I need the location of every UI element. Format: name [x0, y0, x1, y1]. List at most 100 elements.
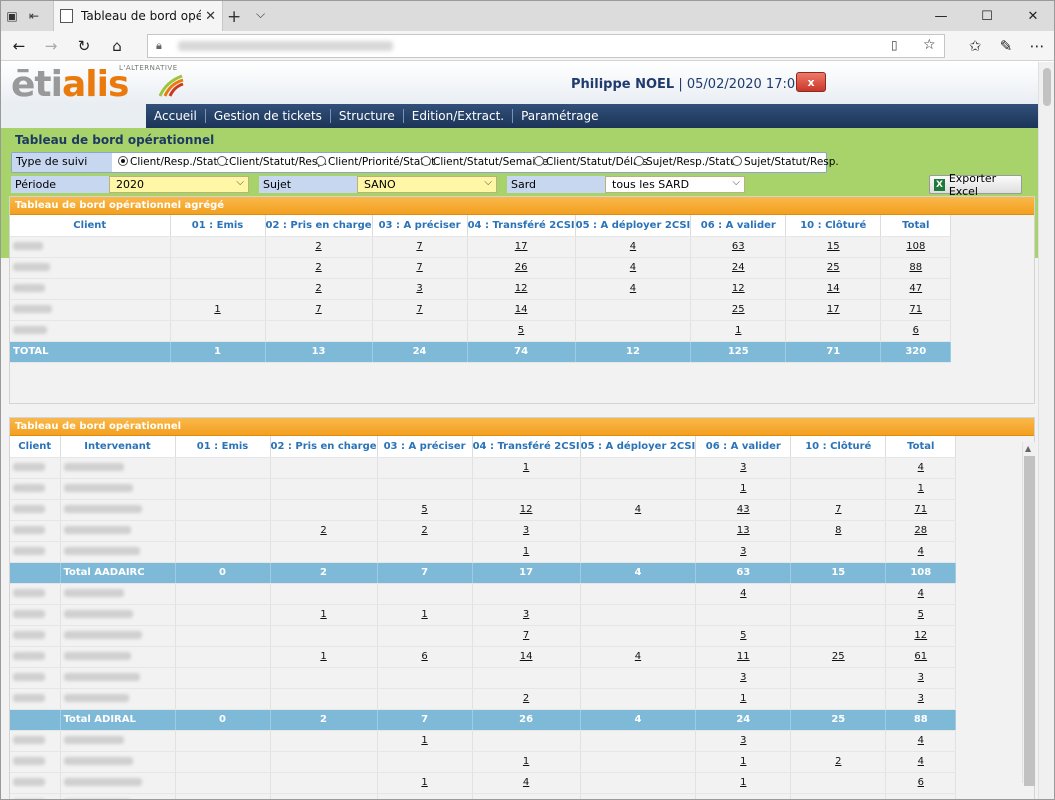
table-cell[interactable]: 7 [695, 793, 792, 799]
table-cell[interactable]: 2 [472, 688, 581, 710]
table-cell[interactable]: 1 [472, 751, 581, 773]
back-icon[interactable]: ← [7, 35, 31, 57]
table-cell[interactable]: 7 [372, 257, 468, 279]
export-excel-button[interactable]: X Exporter Excel [929, 172, 1022, 198]
nav-accueil[interactable]: Accueil [146, 109, 206, 123]
table-cell[interactable]: 1 [270, 604, 378, 626]
home-icon[interactable]: ⌂ [105, 35, 129, 57]
table-cell[interactable]: 12 [690, 278, 787, 300]
table-cell[interactable]: 14 [472, 646, 581, 668]
column-header[interactable]: 04 : Transféré 2CSI [472, 436, 581, 458]
column-header[interactable]: Client [10, 215, 171, 237]
table-cell[interactable]: 2 [265, 257, 373, 279]
table-cell[interactable]: 4 [580, 499, 697, 521]
minimize-icon[interactable]: — [918, 1, 964, 31]
table-cell[interactable]: 2 [270, 793, 378, 799]
radio-client-priorite-statut[interactable]: Client/Priorité/Statut [316, 156, 435, 168]
table-cell[interactable]: 5 [467, 320, 576, 342]
page-scrollbar[interactable] [1038, 62, 1054, 799]
table-cell[interactable]: 1 [885, 478, 957, 500]
table-cell[interactable]: 3 [472, 604, 581, 626]
table-cell[interactable]: 1 [695, 478, 792, 500]
chevron-down-icon[interactable]: ⌵ [256, 7, 265, 22]
close-tab-icon[interactable]: ✕ [205, 9, 216, 24]
table-cell[interactable]: 1 [472, 541, 581, 563]
column-header[interactable]: 03 : A préciser [377, 436, 473, 458]
table-cell[interactable]: 25 [785, 257, 882, 279]
column-header[interactable]: Total [880, 215, 952, 237]
column-header[interactable]: 02 : Pris en charge [265, 215, 373, 237]
table-cell[interactable]: 4 [885, 541, 957, 563]
table-cell[interactable]: 17 [467, 236, 576, 258]
table-cell[interactable]: 2 [265, 278, 373, 300]
table-cell[interactable]: 4 [575, 257, 692, 279]
table-cell[interactable]: 12 [885, 625, 957, 647]
table-cell[interactable]: 25 [790, 646, 887, 668]
reading-view-icon[interactable]: ▯ [891, 38, 898, 52]
column-header[interactable]: 06 : A valider [695, 436, 792, 458]
table-cell[interactable]: 1 [695, 751, 792, 773]
table-cell[interactable]: 4 [575, 278, 692, 300]
nav-parametrage[interactable]: Paramétrage [513, 109, 606, 123]
sujet-select[interactable]: SANO ⌵ [357, 176, 497, 193]
column-header[interactable]: 03 : A préciser [372, 215, 468, 237]
table-cell[interactable]: 6 [377, 646, 473, 668]
table-cell[interactable]: 88 [880, 257, 952, 279]
notes-pen-icon[interactable]: ✎ [994, 35, 1018, 57]
table-cell[interactable]: 3 [695, 667, 792, 689]
close-window-icon[interactable]: ✕ [1010, 1, 1054, 31]
column-header[interactable]: 06 : A valider [690, 215, 787, 237]
table-cell[interactable]: 2 [265, 236, 373, 258]
table-cell[interactable]: 7 [265, 299, 373, 321]
table-cell[interactable]: 4 [885, 583, 957, 605]
table-cell[interactable]: 3 [472, 520, 581, 542]
table-cell[interactable]: 7 [790, 499, 887, 521]
table-cell[interactable]: 4 [575, 236, 692, 258]
radio-client-statut-resp[interactable]: Client/Statut/Resp. [217, 156, 327, 168]
table-cell[interactable]: 1 [377, 604, 473, 626]
radio-client-statut-semaine[interactable]: Client/Statut/Semaine [421, 156, 548, 168]
column-header[interactable]: 10 : Clôturé [790, 436, 887, 458]
table-cell[interactable]: 7 [472, 625, 581, 647]
table-cell[interactable]: 47 [880, 278, 952, 300]
table-cell[interactable]: 11 [695, 646, 792, 668]
table-cell[interactable]: 17 [785, 299, 882, 321]
column-header[interactable]: Client [10, 436, 61, 458]
table-cell[interactable]: 1 [170, 299, 266, 321]
column-header[interactable]: 02 : Pris en charge [270, 436, 378, 458]
table-cell[interactable]: 33 [885, 793, 957, 799]
table-cell[interactable]: 13 [695, 520, 792, 542]
radio-sujet-resp-statut[interactable]: Sujet/Resp./Statut [634, 156, 741, 168]
refresh-icon[interactable]: ↻ [72, 35, 96, 57]
table-cell[interactable]: 7 [372, 236, 468, 258]
table-cell[interactable]: 1 [472, 457, 581, 479]
table-cell[interactable]: 4 [580, 646, 697, 668]
table-cell[interactable]: 1 [695, 688, 792, 710]
table-cell[interactable]: 1 [377, 772, 473, 794]
table-cell[interactable]: 108 [880, 236, 952, 258]
new-tab-icon[interactable]: + [227, 7, 241, 27]
table-cell[interactable]: 43 [695, 499, 792, 521]
radio-client-statut-delais[interactable]: Client/Statut/Délais [534, 156, 648, 168]
table-cell[interactable]: 3 [695, 457, 792, 479]
forward-icon[interactable]: → [39, 35, 63, 57]
column-header[interactable]: 05 : A déployer 2CSI [575, 215, 692, 237]
column-header[interactable]: 01 : Emis [170, 215, 266, 237]
table-cell[interactable]: 15 [785, 236, 882, 258]
column-header[interactable]: Intervenant [60, 436, 176, 458]
nav-edition-extract[interactable]: Edition/Extract. [404, 109, 514, 123]
column-header[interactable]: Total [885, 436, 957, 458]
table-cell[interactable]: 4 [885, 751, 957, 773]
maximize-icon[interactable]: ☐ [964, 1, 1010, 31]
table-cell[interactable]: 12 [472, 499, 581, 521]
table-cell[interactable]: 5 [695, 625, 792, 647]
radio-sujet-statut-resp[interactable]: Sujet/Statut/Resp. [732, 156, 839, 168]
table-cell[interactable]: 3 [885, 667, 957, 689]
table-cell[interactable]: 25 [690, 299, 787, 321]
table-cell[interactable]: 24 [690, 257, 787, 279]
column-header[interactable]: 05 : A déployer 2CSI [580, 436, 697, 458]
periode-select[interactable]: 2020 ⌵ [109, 176, 249, 193]
table-cell[interactable]: 61 [885, 646, 957, 668]
table-cell[interactable]: 71 [880, 299, 952, 321]
table-cell[interactable]: 71 [885, 499, 957, 521]
